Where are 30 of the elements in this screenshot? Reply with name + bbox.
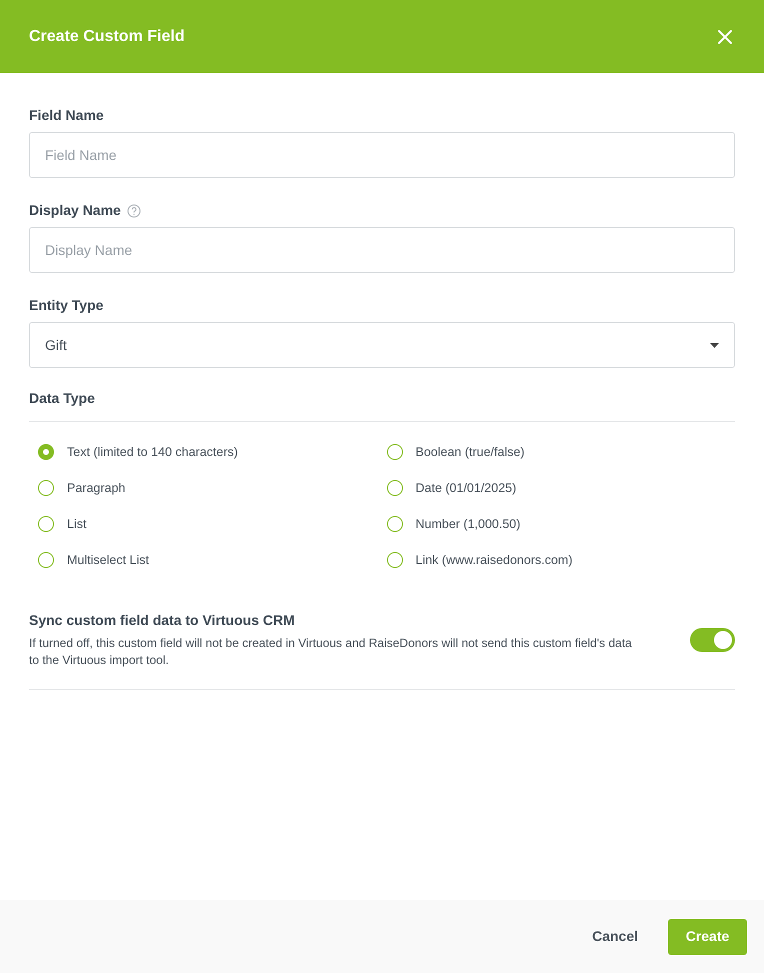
radio-button[interactable] (386, 444, 402, 460)
radio-option[interactable]: List (38, 514, 386, 534)
radio-button[interactable] (386, 552, 402, 568)
close-icon (717, 28, 733, 44)
radio-button[interactable] (386, 480, 402, 496)
radio-button[interactable] (38, 480, 54, 496)
toggle-switch[interactable] (690, 628, 735, 652)
field-label: Entity Type (29, 296, 104, 315)
radio-option[interactable]: Number (1,000.50) (386, 514, 735, 534)
caret-icon (710, 342, 719, 348)
section-label: Data Type (29, 389, 96, 408)
radio-button[interactable] (386, 516, 402, 532)
radio-option[interactable]: Date (01/01/2025) (386, 478, 735, 498)
field-label: Field Name (29, 106, 104, 125)
radio-option[interactable]: Paragraph (38, 478, 386, 498)
radio-option[interactable]: Boolean (true/false) (386, 442, 735, 462)
radio-option[interactable]: Multiselect List (38, 550, 386, 570)
field-label: Display Name (29, 201, 121, 220)
setting-title: Sync custom field data to Virtuous CRM (29, 611, 296, 630)
select-field[interactable]: Gift (29, 322, 735, 368)
text-field[interactable]: Field Name (29, 132, 735, 178)
text-field[interactable]: Display Name (29, 227, 735, 273)
radio-button[interactable] (38, 516, 54, 532)
radio-option[interactable]: Text (limited to 140 characters) (38, 442, 386, 462)
setting-description: If turned off, this custom field will not be created in Virtuous and RaiseDonors will not send this custom field's data to the Virtuous import tool. (29, 635, 633, 669)
radio-button[interactable] (38, 444, 54, 460)
radio-button[interactable] (38, 552, 54, 568)
cancel-button[interactable]: Cancel (582, 918, 648, 954)
radio-option[interactable]: Link (www.raisedonors.com) (386, 550, 735, 570)
dialog-title: Create Custom Field (29, 26, 185, 46)
